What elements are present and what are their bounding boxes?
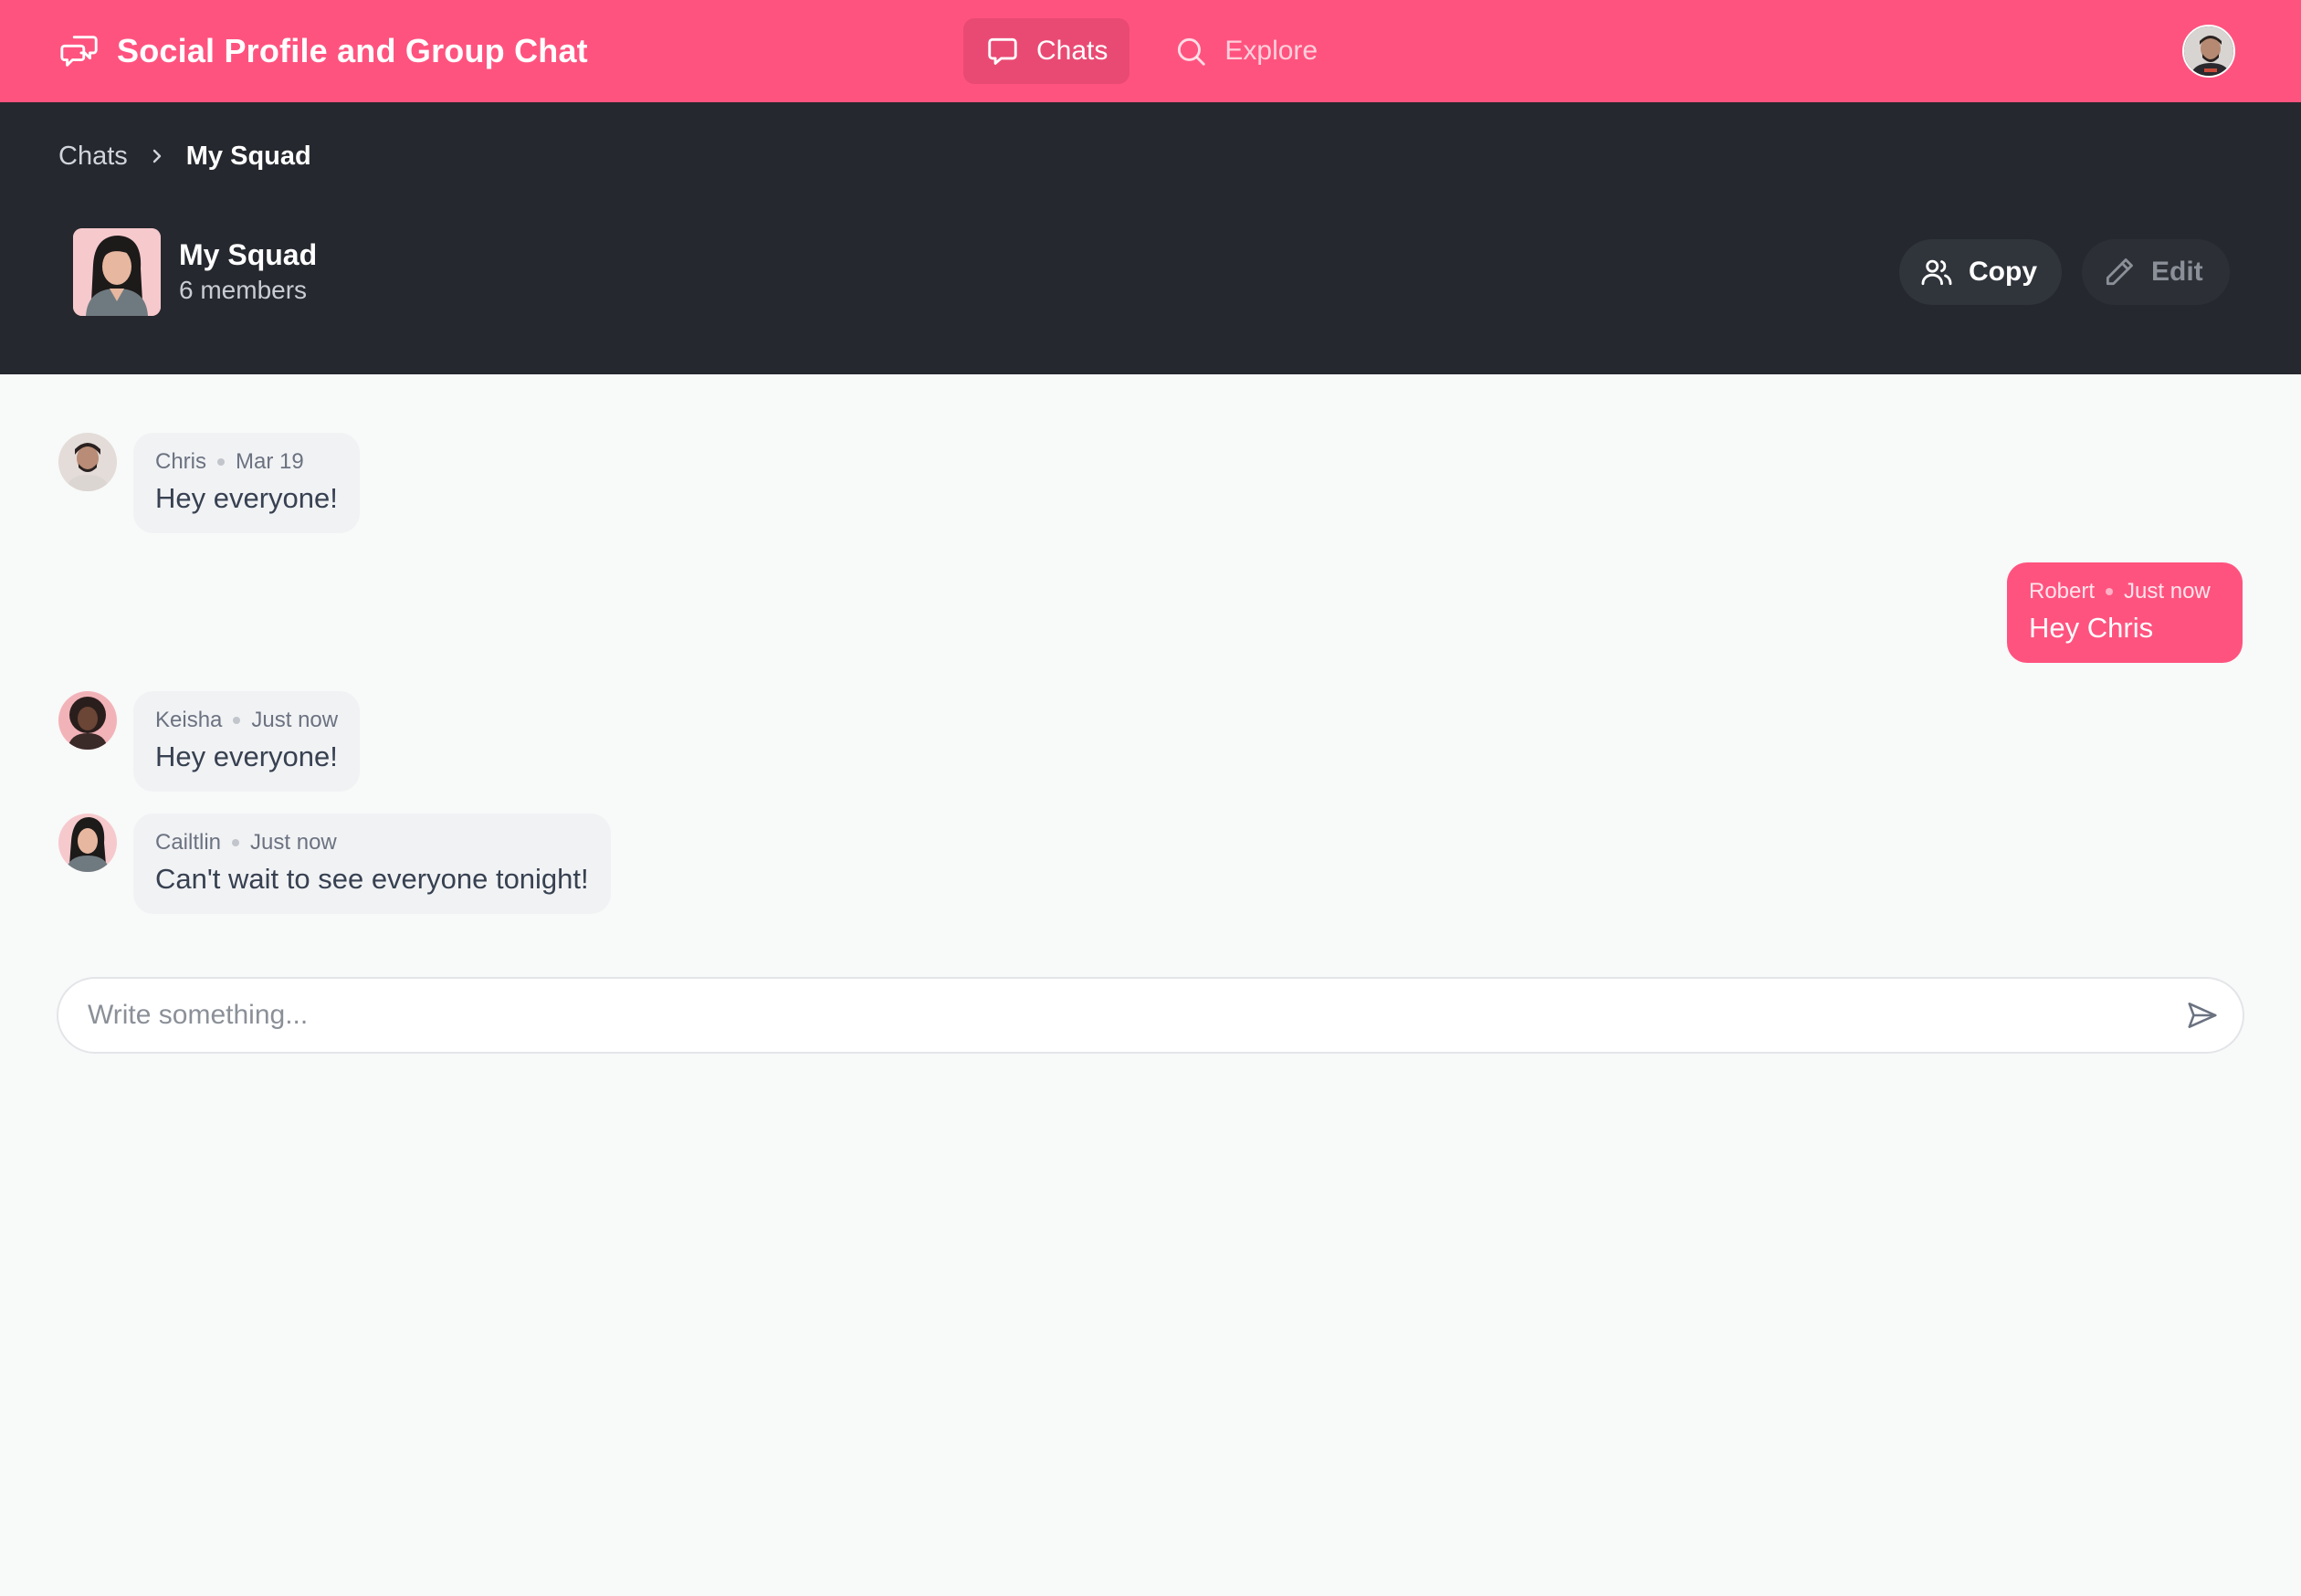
breadcrumb: Chats My Squad [58,131,311,181]
message-author: Chris [155,449,207,474]
message-bubble: Chris Mar 19 Hey everyone! [133,433,360,533]
message-text: Hey everyone! [155,482,338,514]
send-icon [2185,998,2220,1033]
copy-button[interactable]: Copy [1899,239,2062,305]
message-time: Just now [2124,579,2211,604]
group-name: My Squad [179,238,318,271]
search-icon [1173,34,1208,68]
edit-label: Edit [2151,257,2203,287]
pencil-icon [2102,255,2137,289]
message-bubble-own: Robert Just now Hey Chris [2007,562,2243,663]
top-navbar: Social Profile and Group Chat Chats Expl… [0,0,2301,102]
avatar[interactable] [58,814,117,872]
message-input[interactable] [58,1000,2175,1031]
group-member-count: 6 members [179,276,308,304]
message-item: Keisha Just now Hey everyone! [58,691,361,792]
message-bubble: Keisha Just now Hey everyone! [133,691,361,792]
message-time: Just now [250,830,337,855]
edit-button[interactable]: Edit [2082,239,2230,305]
breadcrumb-current: My Squad [185,141,311,171]
group-avatar [73,228,161,316]
avatar[interactable] [58,433,117,491]
nav-explore[interactable]: Explore [1151,18,1340,84]
header-actions: Copy Edit [1899,239,2230,305]
message-composer [57,977,2244,1054]
message-item-own: Robert Just now Hey Chris [2007,562,2243,663]
copy-label: Copy [1969,257,2037,287]
message-bubble: Cailtlin Just now Can't wait to see ever… [133,814,611,914]
nav-chats-label: Chats [1036,36,1108,66]
avatar[interactable] [58,691,117,750]
message-item: Cailtlin Just now Can't wait to see ever… [58,814,611,914]
group-info: My Squad 6 members [73,228,317,316]
message-item: Chris Mar 19 Hey everyone! [58,433,360,533]
users-icon [1919,255,1954,289]
message-author: Keisha [155,708,223,732]
chat-bubble-icon [985,34,1020,68]
message-author: Cailtlin [155,830,222,855]
user-avatar[interactable] [2182,25,2235,78]
send-button[interactable] [2175,988,2230,1043]
dot-separator [2106,588,2114,595]
chat-bubbles-logo-icon [58,30,100,72]
dot-separator [233,717,241,724]
message-author: Robert [2029,579,2096,604]
message-text: Hey Chris [2029,612,2154,644]
nav-explore-label: Explore [1224,36,1319,66]
chat-header: Chats My Squad My Squad 6 members Copy E… [0,102,2301,374]
message-text: Can't wait to see everyone tonight! [155,863,589,895]
message-time: Mar 19 [236,449,304,474]
dot-separator [217,458,226,466]
dot-separator [232,839,240,846]
message-time: Just now [251,708,339,732]
chevron-right-icon [146,145,168,167]
brand[interactable]: Social Profile and Group Chat [58,0,588,102]
nav-chats[interactable]: Chats [963,18,1130,84]
breadcrumb-chats-link[interactable]: Chats [58,142,128,172]
message-text: Hey everyone! [155,740,338,772]
app-title: Social Profile and Group Chat [117,32,588,69]
main-nav: Chats Explore [963,18,1340,84]
